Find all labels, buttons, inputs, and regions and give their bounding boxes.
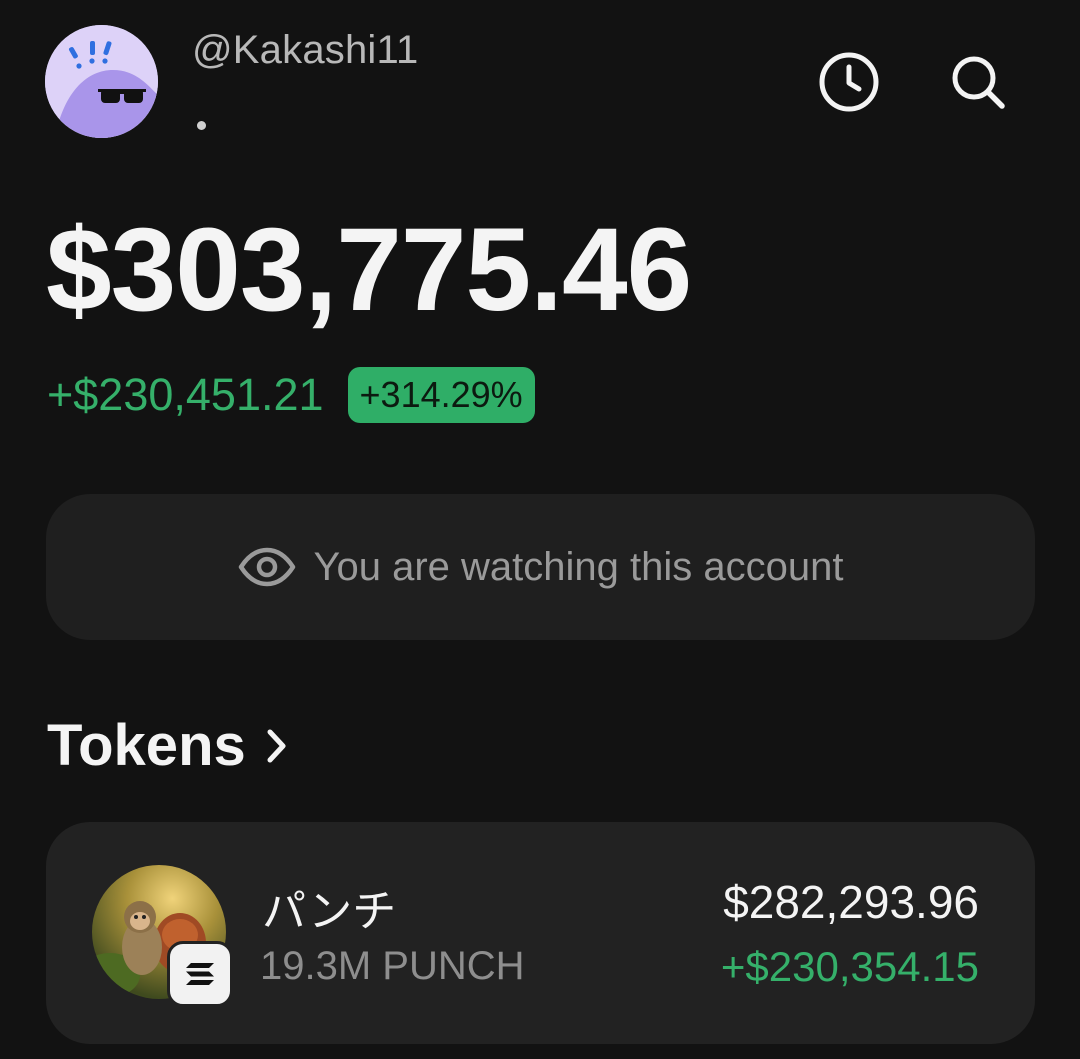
avatar[interactable] (45, 25, 158, 138)
sunglasses-ghost-avatar-icon (45, 25, 158, 138)
tokens-title: Tokens (47, 713, 246, 778)
portfolio-change: +$230,451.21 +314.29% (47, 366, 535, 424)
change-amount: +$230,451.21 (47, 369, 324, 420)
token-row[interactable]: パンチ 19.3M PUNCH $282,293.96 +$230,354.15 (46, 822, 1035, 1044)
token-name: パンチ (262, 887, 397, 936)
search-icon (952, 56, 1005, 109)
token-amount: 19.3M PUNCH (260, 944, 525, 988)
token-value: $282,293.96 (723, 876, 979, 928)
tokens-section-header[interactable]: Tokens (47, 712, 288, 779)
chevron-right-icon (266, 728, 288, 764)
token-pnl: +$230,354.15 (720, 943, 979, 990)
status-dot (197, 121, 206, 130)
change-percent-badge: +314.29% (347, 367, 535, 423)
eye-icon (238, 547, 296, 587)
solana-icon (167, 941, 233, 1007)
watching-account-banner: You are watching this account (46, 494, 1035, 640)
watching-account-text: You are watching this account (313, 544, 844, 589)
portfolio-balance: $303,775.46 (46, 204, 692, 336)
clock-icon (819, 52, 879, 112)
search-button[interactable] (942, 46, 1014, 118)
history-button[interactable] (813, 46, 885, 118)
username: @Kakashi11 (192, 28, 419, 72)
